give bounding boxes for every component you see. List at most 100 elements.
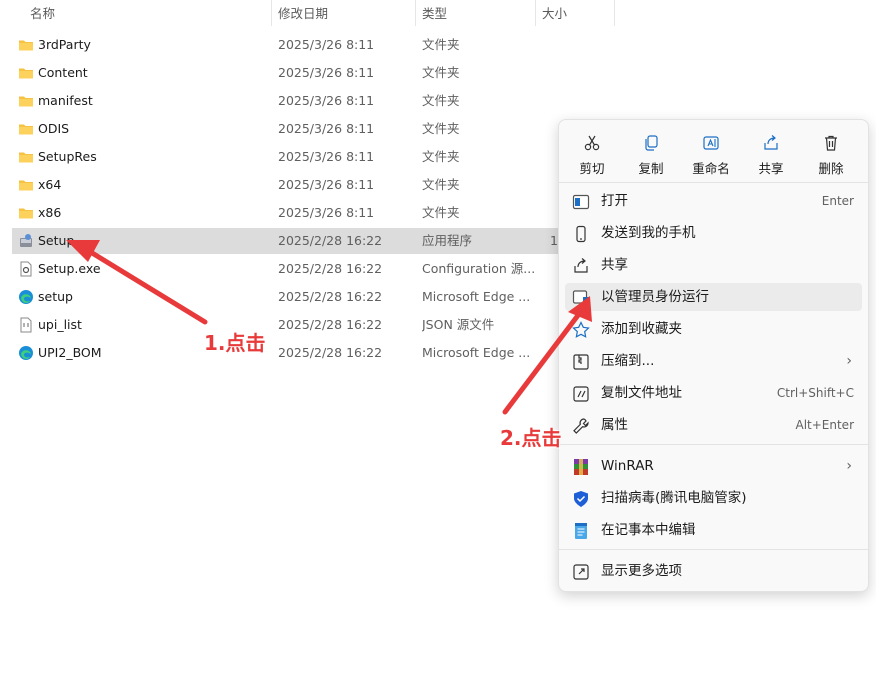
column-name[interactable]: 名称 [30, 0, 55, 28]
file-type: 应用程序 [422, 233, 473, 248]
file-row-3rdparty[interactable]: 3rdParty 2025/3/26 8:11 文件夹 [12, 32, 558, 58]
open-app-icon [572, 194, 590, 210]
menu-divider [559, 444, 868, 445]
menu-item-label: 打开 [601, 193, 628, 209]
file-type: 文件夹 [422, 205, 460, 220]
file-type: Microsoft Edge ... [422, 345, 531, 360]
cut-label: 剪切 [579, 161, 605, 176]
menu-item-shortcut: Enter [821, 194, 854, 208]
file-row-content[interactable]: Content 2025/3/26 8:11 文件夹 [12, 60, 558, 86]
column-date[interactable]: 修改日期 [278, 0, 328, 28]
menu-item-label: 属性 [601, 417, 628, 433]
menu-item-winrar[interactable]: WinRAR › [565, 452, 862, 480]
copy-path-icon [573, 386, 589, 402]
menu-item-label: 扫描病毒(腾讯电脑管家) [601, 490, 747, 506]
file-date: 2025/3/26 8:11 [278, 149, 375, 164]
column-divider[interactable] [271, 0, 272, 26]
file-row-upi2-bom[interactable]: UPI2_BOM 2025/2/28 16:22 Microsoft Edge … [12, 340, 558, 366]
file-row-x64[interactable]: x64 2025/3/26 8:11 文件夹 [12, 172, 558, 198]
config-file-icon [20, 261, 32, 277]
notepad-icon [575, 523, 587, 539]
sort-up-icon: ^ [142, 0, 151, 7]
menu-item-properties[interactable]: 属性 Alt+Enter [565, 411, 862, 439]
menu-item-shortcut: Ctrl+Shift+C [776, 386, 854, 400]
column-divider[interactable] [614, 0, 615, 26]
edge-icon [19, 290, 33, 304]
file-date: 2025/2/28 16:22 [278, 317, 383, 332]
file-row-x86[interactable]: x86 2025/3/26 8:11 文件夹 [12, 200, 558, 226]
file-name: Content [38, 65, 88, 80]
file-type: JSON 源文件 [422, 317, 495, 332]
rename-button[interactable]: 重命名 [683, 128, 739, 178]
file-row-setup-selected[interactable]: Setup 2025/2/28 16:22 应用程序 1 [12, 228, 558, 254]
column-divider[interactable] [415, 0, 416, 26]
file-name: SetupRes [38, 149, 97, 164]
copy-button[interactable]: 复制 [623, 128, 679, 178]
delete-icon [825, 135, 837, 151]
cut-button[interactable]: 剪切 [564, 128, 620, 178]
menu-item-copy-path[interactable]: 复制文件地址 Ctrl+Shift+C [565, 379, 862, 407]
file-name: 3rdParty [38, 37, 91, 52]
file-type: 文件夹 [422, 37, 460, 52]
file-type: 文件夹 [422, 177, 460, 192]
wrench-icon [573, 418, 589, 434]
file-name: ODIS [38, 121, 70, 136]
menu-item-compress[interactable]: 压缩到... › [565, 347, 862, 375]
menu-item-virus-scan[interactable]: 扫描病毒(腾讯电脑管家) [565, 484, 862, 512]
cut-icon [584, 135, 600, 151]
column-size[interactable]: 大小 [542, 0, 567, 28]
file-row-setup-exe[interactable]: Setup.exe 2025/2/28 16:22 Configuration … [12, 256, 558, 282]
file-row-odis[interactable]: ODIS 2025/3/26 8:11 文件夹 [12, 116, 558, 142]
file-date: 2025/3/26 8:11 [278, 121, 375, 136]
more-options-icon [573, 564, 589, 580]
delete-button[interactable]: 删除 [803, 128, 859, 178]
file-type: 文件夹 [422, 65, 460, 80]
file-row-setupres[interactable]: SetupRes 2025/3/26 8:11 文件夹 [12, 144, 558, 170]
menu-item-send-to-phone[interactable]: 发送到我的手机 [565, 219, 862, 247]
menu-item-edit-notepad[interactable]: 在记事本中编辑 [565, 516, 862, 544]
menu-item-label: WinRAR [601, 458, 654, 474]
file-date: 2025/2/28 16:22 [278, 261, 383, 276]
file-date: 2025/3/26 8:11 [278, 37, 375, 52]
file-type: 文件夹 [422, 149, 460, 164]
file-date: 2025/2/28 16:22 [278, 289, 383, 304]
file-size: 1 [550, 233, 558, 248]
menu-item-label: 添加到收藏夹 [601, 321, 682, 337]
folder-icon [19, 152, 33, 163]
menu-item-shortcut: Alt+Enter [795, 418, 854, 432]
share-icon [764, 135, 778, 150]
menu-item-share[interactable]: 共享 [565, 251, 862, 279]
file-date: 2025/2/28 16:22 [278, 233, 383, 248]
file-name: Setup [38, 233, 75, 248]
menu-item-label: 发送到我的手机 [601, 225, 696, 241]
star-icon [572, 321, 590, 338]
menu-item-label: 以管理员身份运行 [601, 289, 709, 305]
chevron-right-icon: › [846, 353, 852, 369]
menu-item-run-as-admin[interactable]: 以管理员身份运行 [565, 283, 862, 311]
menu-divider [559, 182, 868, 183]
pc-manager-shield-icon [574, 491, 588, 507]
file-date: 2025/2/28 16:22 [278, 345, 383, 360]
share-label: 共享 [758, 161, 784, 176]
file-row-upi-list[interactable]: upi_list 2025/2/28 16:22 JSON 源文件 [12, 312, 558, 338]
folder-icon [19, 68, 33, 79]
chevron-right-icon: › [846, 458, 852, 474]
column-divider[interactable] [535, 0, 536, 26]
context-menu: 剪切 复制 重命名 共享 删除 打开 Enter 发送到我的手机 共享 以管理员… [558, 119, 869, 592]
folder-icon [19, 96, 33, 107]
annotation-step1: 1.点击 [204, 331, 266, 355]
menu-item-label: 共享 [601, 257, 628, 273]
file-date: 2025/3/26 8:11 [278, 65, 375, 80]
menu-item-add-favorites[interactable]: 添加到收藏夹 [565, 315, 862, 343]
file-type: Configuration 源... [422, 261, 536, 276]
installer-icon [20, 234, 32, 247]
file-row-setup-html[interactable]: setup 2025/2/28 16:22 Microsoft Edge ... [12, 284, 558, 310]
column-type[interactable]: 类型 [422, 0, 447, 28]
menu-item-open[interactable]: 打开 Enter [565, 187, 862, 215]
menu-item-label: 显示更多选项 [601, 563, 682, 579]
folder-icon [19, 180, 33, 191]
file-row-manifest[interactable]: manifest 2025/3/26 8:11 文件夹 [12, 88, 558, 114]
edge-icon [19, 346, 33, 360]
menu-item-show-more[interactable]: 显示更多选项 [565, 557, 862, 585]
share-button[interactable]: 共享 [743, 128, 799, 178]
